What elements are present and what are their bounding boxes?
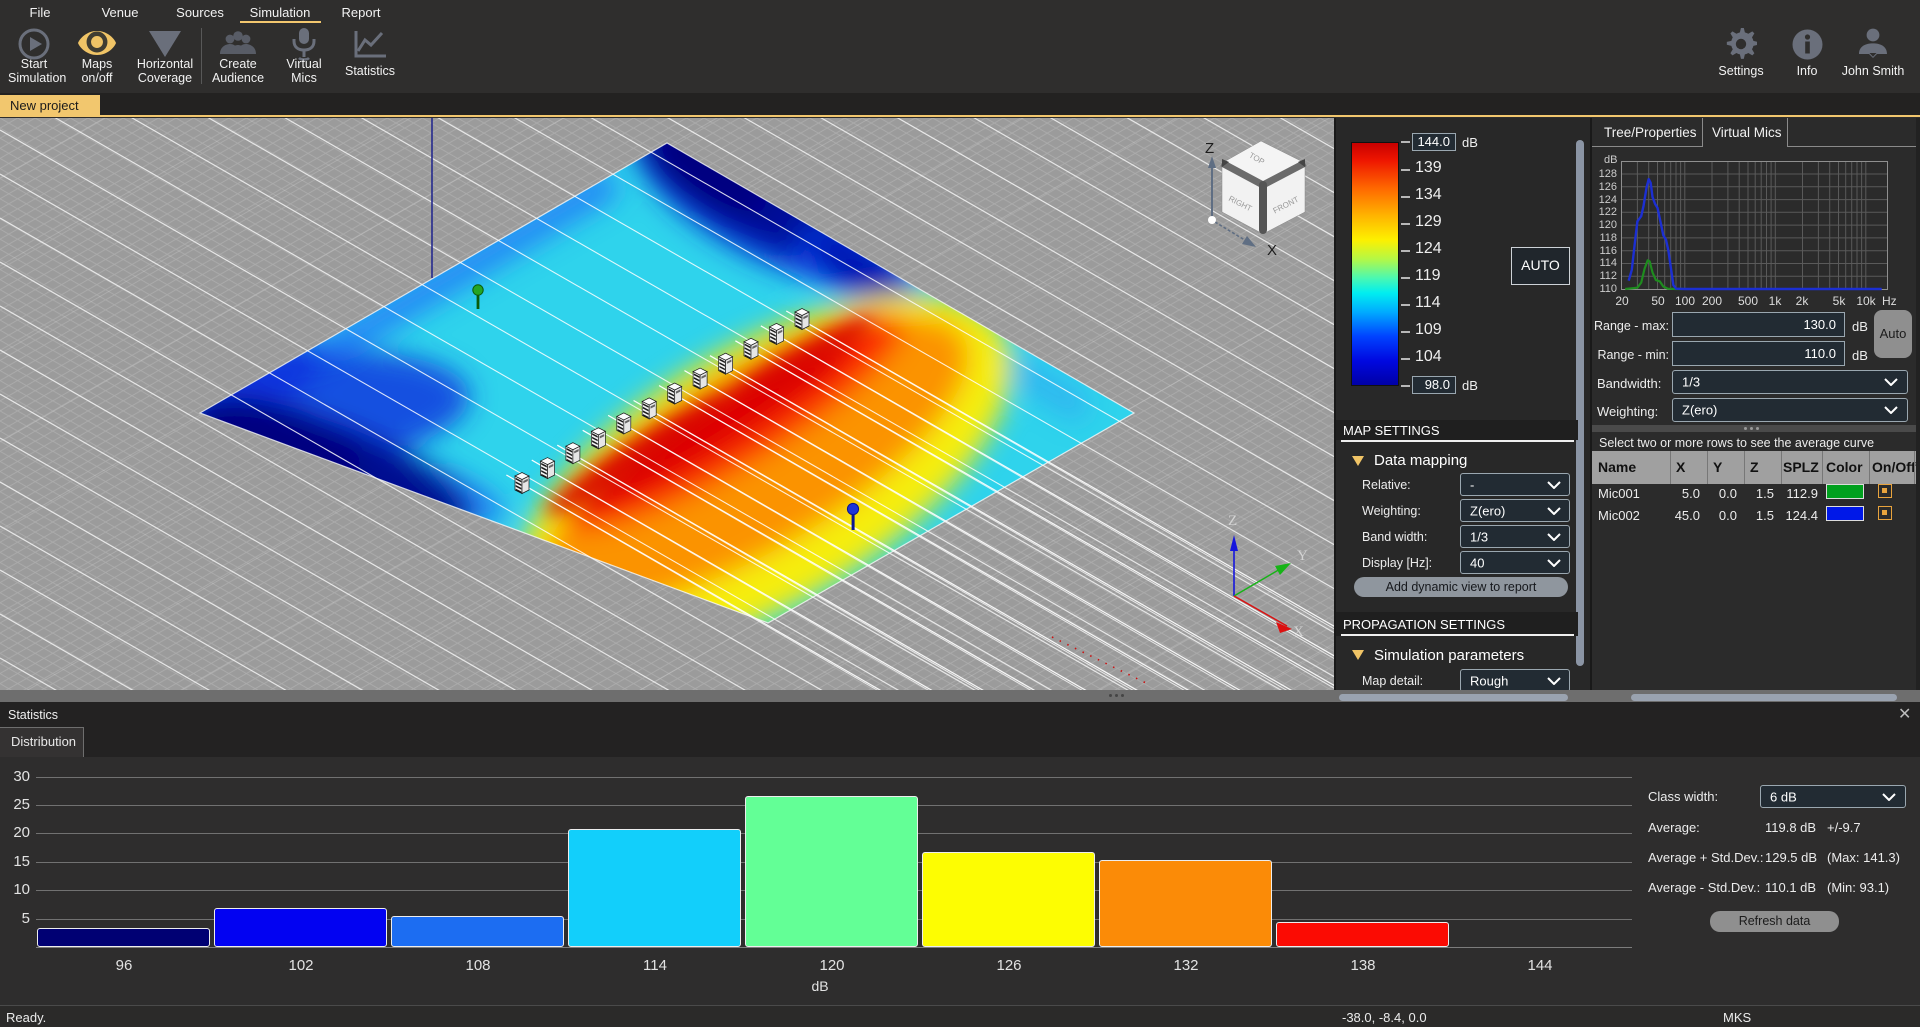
svg-text:X: X bbox=[1267, 242, 1277, 259]
svg-text:Y: Y bbox=[1297, 548, 1308, 564]
svg-text:Z: Z bbox=[1205, 140, 1214, 157]
svg-text:Z: Z bbox=[1228, 513, 1237, 529]
svg-text:X: X bbox=[1293, 624, 1304, 640]
